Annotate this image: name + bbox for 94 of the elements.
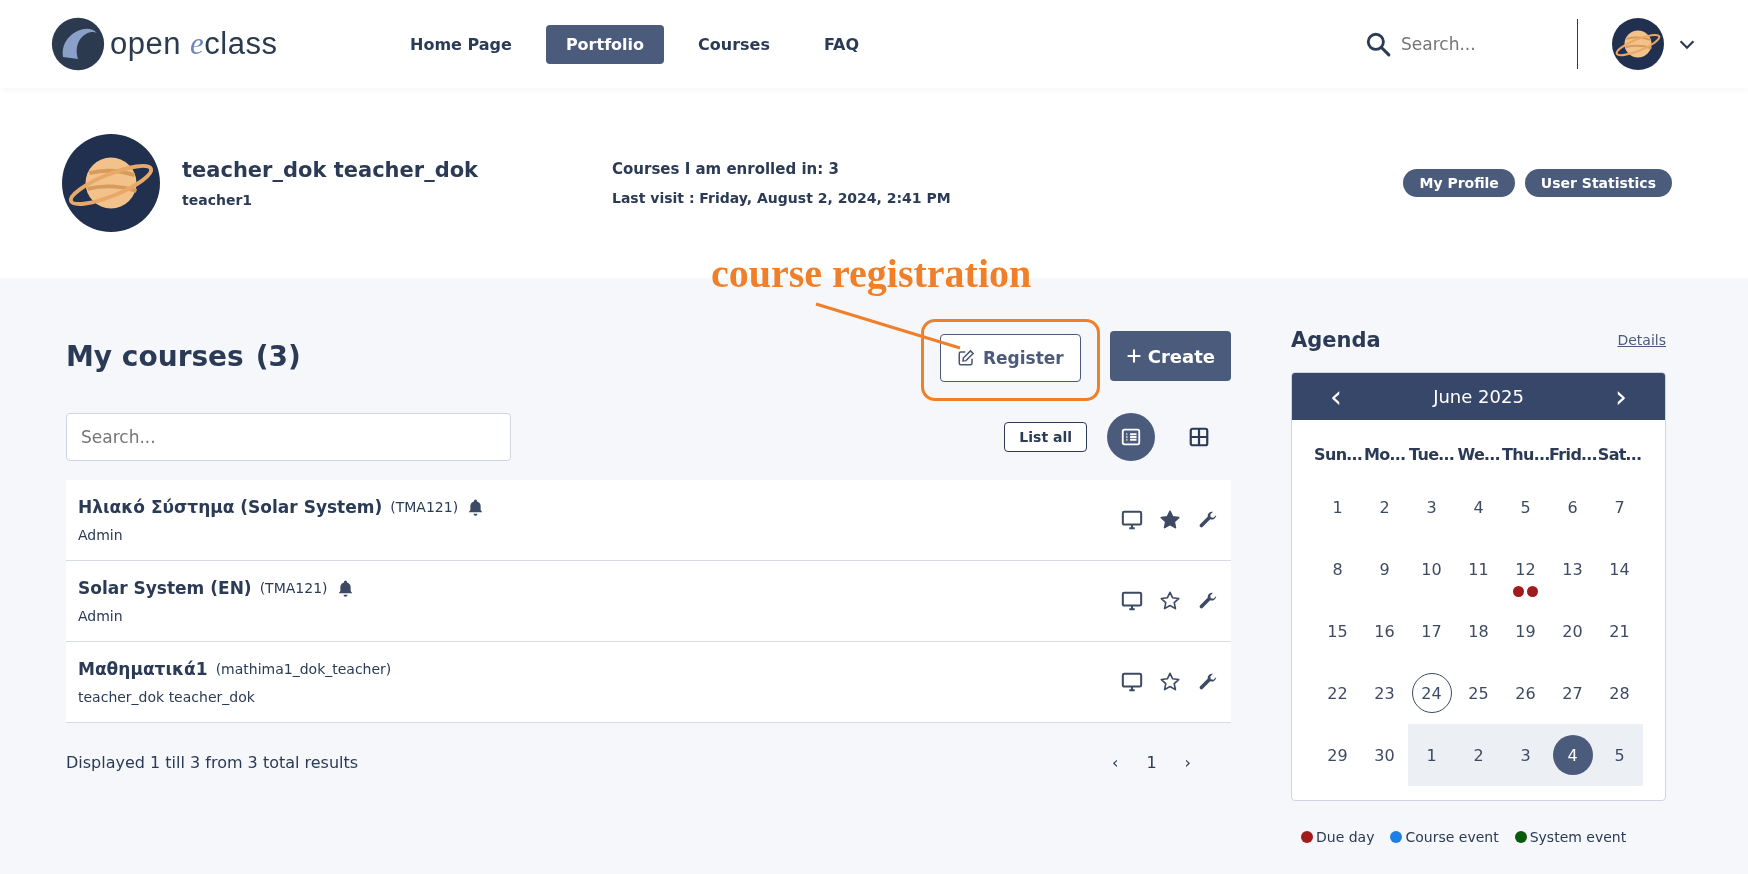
course-link[interactable]: Ηλιακό Σύστημα (Solar System) [78, 497, 383, 517]
course-link[interactable]: Μαθηματικά1 [78, 659, 208, 679]
calendar-day[interactable]: 16 [1364, 611, 1405, 651]
calendar-day[interactable]: 19 [1505, 611, 1546, 651]
calendar-day[interactable]: 11 [1458, 549, 1499, 589]
next-month-button[interactable]: › [1607, 381, 1635, 412]
monitor-icon[interactable] [1121, 590, 1143, 612]
weekday-label: Sat… [1596, 444, 1643, 464]
calendar-day[interactable]: 18 [1458, 611, 1499, 651]
calendar-day[interactable]: 12 [1505, 549, 1546, 589]
list-icon [1120, 426, 1142, 448]
previous-month-button[interactable]: ‹ [1322, 381, 1350, 412]
calendar-day[interactable]: 21 [1599, 611, 1640, 651]
legend-label: Due day [1316, 829, 1375, 845]
course-code: (TMA121) [390, 499, 459, 515]
star-icon[interactable] [1159, 509, 1181, 531]
course-code: (mathima1_dok_teacher) [215, 661, 392, 677]
calendar-day[interactable]: 3 [1505, 735, 1546, 775]
weekday-label: Tue… [1408, 444, 1455, 464]
weekday-label: Sun… [1314, 444, 1361, 464]
calendar-day[interactable]: 17 [1411, 611, 1452, 651]
calendar-day[interactable]: 26 [1505, 673, 1546, 713]
create-button[interactable]: Create [1109, 331, 1231, 381]
monitor-icon[interactable] [1121, 509, 1143, 531]
search-field[interactable]: Search... [66, 413, 511, 461]
month-label: June 2025 [1433, 386, 1524, 407]
teacher-name: Admin [78, 527, 124, 543]
legend-label: Course event [1405, 829, 1499, 845]
calendar-day[interactable]: 5 [1599, 735, 1640, 775]
list-all-button[interactable]: List all [1004, 422, 1087, 452]
calendar-day[interactable]: 14 [1599, 549, 1640, 589]
next-page-link[interactable]: › [1184, 753, 1191, 772]
calendar-day[interactable]: 2 [1364, 487, 1405, 527]
calendar-day[interactable]: 10 [1411, 549, 1452, 589]
calendar-day[interactable]: 6 [1552, 487, 1593, 527]
edit-icon [956, 349, 975, 367]
calendar-day[interactable]: 4 [1458, 487, 1499, 527]
course-code: (TMA121) [259, 580, 328, 596]
calendar-day[interactable]: 29 [1317, 735, 1358, 775]
calendar-day[interactable]: 25 [1458, 673, 1499, 713]
teacher-name: Admin [78, 608, 124, 624]
calendar-day[interactable]: 1 [1411, 735, 1452, 775]
nav-link[interactable]: FAQ [803, 24, 880, 64]
details-link[interactable]: Details [1617, 332, 1666, 348]
legend-label: System event [1529, 829, 1627, 845]
profile-button[interactable]: User Statistics [1524, 169, 1672, 197]
weekday-label: Thu… [1502, 444, 1549, 464]
logo-text[interactable]: open eclass [110, 26, 278, 62]
calendar-day[interactable]: 2 [1458, 735, 1499, 775]
monitor-icon[interactable] [1121, 671, 1143, 693]
weekday-label: Mo… [1362, 444, 1407, 464]
calendar-day[interactable]: 20 [1552, 611, 1593, 651]
teacher-name: teacher_dok teacher_dok [78, 689, 256, 705]
previous-page-link[interactable]: ‹ [1112, 753, 1119, 772]
calendar-day[interactable]: 3 [1411, 487, 1452, 527]
course-link[interactable]: Solar System (EN) [78, 578, 252, 598]
nav-link[interactable]: Courses [678, 24, 790, 64]
calendar-day[interactable]: 22 [1317, 673, 1358, 713]
calendar-day[interactable]: 9 [1364, 549, 1405, 589]
calendar-day[interactable]: 28 [1599, 673, 1640, 713]
course-count: (3) [255, 339, 301, 373]
section-title: My courses [66, 339, 244, 373]
page-link[interactable]: 1 [1146, 753, 1157, 772]
list-view-button[interactable] [1107, 413, 1155, 461]
last-visit: Last visit : Friday, August 2, 2024, 2:41 PM [612, 190, 951, 206]
star-icon[interactable] [1159, 590, 1181, 612]
calendar-day[interactable]: 13 [1552, 549, 1593, 589]
results-summary: Displayed 1 till 3 from 3 total results [66, 753, 359, 772]
weekday-label: Frid… [1549, 444, 1596, 464]
search-icon[interactable] [1365, 31, 1391, 57]
calendar-day[interactable]: 1 [1317, 487, 1358, 527]
nav-link[interactable]: Portfolio [545, 24, 665, 64]
avatar[interactable] [1612, 18, 1664, 70]
calendar-day[interactable]: 30 [1364, 735, 1405, 775]
calendar-day[interactable]: 7 [1599, 487, 1640, 527]
annotation-text: course registration [711, 250, 1032, 297]
calendar-day[interactable]: 27 [1552, 673, 1593, 713]
register-button[interactable]: Register [939, 334, 1081, 382]
username: teacher1 [182, 192, 254, 208]
calendar-day[interactable]: 8 [1317, 549, 1358, 589]
grid-icon [1188, 426, 1210, 448]
calendar-day[interactable]: 15 [1317, 611, 1358, 651]
profile-button[interactable]: My Profile [1403, 169, 1515, 197]
weekday-label: We… [1456, 444, 1501, 464]
calendar-day[interactable]: 5 [1505, 487, 1546, 527]
calendar-day[interactable]: 23 [1364, 673, 1405, 713]
plus-icon [1125, 348, 1142, 364]
user-name: teacher_dok teacher_dok [182, 158, 480, 182]
enrolled-count: Courses I am enrolled in: 3 [612, 160, 840, 178]
calendar-day[interactable]: 4 [1552, 735, 1593, 775]
nav-link[interactable]: Home Page [390, 24, 532, 64]
agenda-title: Agenda [1291, 328, 1381, 352]
star-icon[interactable] [1159, 671, 1181, 693]
logo-icon[interactable] [50, 16, 106, 72]
